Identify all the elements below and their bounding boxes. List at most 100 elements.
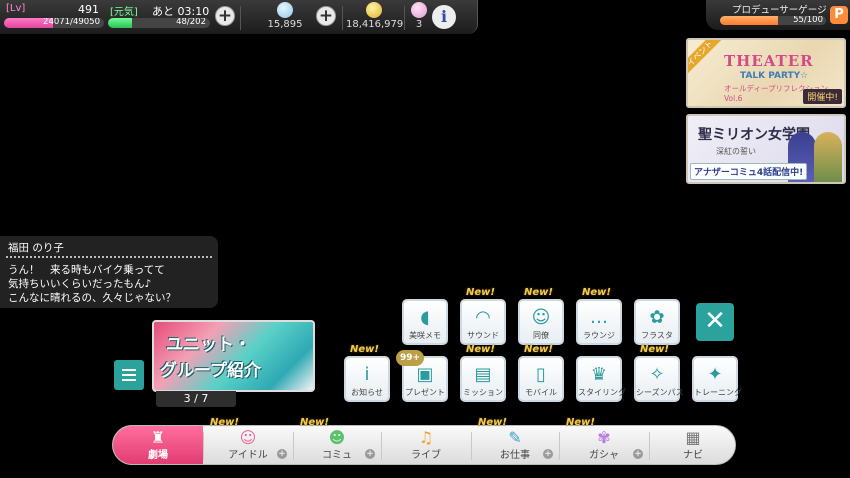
money-count: 18,416,979 <box>346 19 404 30</box>
nav-item-6[interactable]: ▦ ナビ <box>649 426 737 464</box>
present-count-badge: 99+ <box>396 350 424 366</box>
producer-gauge-bar: 55/100 <box>720 16 826 25</box>
candy-icon <box>411 2 427 18</box>
hamburger-menu-button[interactable] <box>114 360 144 390</box>
menu-button-label: 同僚 <box>533 331 549 340</box>
nav-item-4[interactable]: ✎ お仕事 + <box>471 426 559 464</box>
banner-page-counter: 3 / 7 <box>156 391 236 407</box>
menu-button[interactable]: ☺ 同僚 <box>518 299 564 345</box>
person-icon: ☺ <box>531 307 551 328</box>
menu-button[interactable]: ✿ フラスタ <box>634 299 680 345</box>
banner-status-tag: アナザーコミュ4話配信中! <box>690 163 808 180</box>
new-badge: New! <box>582 287 611 298</box>
nav-divider <box>293 432 294 460</box>
menu-button-label: 美咲メモ <box>409 331 441 340</box>
stamina-text: 48/202 <box>176 18 206 27</box>
stamina-label: [元気] <box>110 7 138 18</box>
new-badge: New! <box>478 417 507 428</box>
menu-button[interactable]: … ラウンジ <box>576 299 622 345</box>
buy-jewel-button[interactable]: + <box>316 6 336 26</box>
nav-divider <box>203 432 204 460</box>
clipboard-icon: ✎ <box>508 428 522 447</box>
new-badge: New! <box>210 417 239 428</box>
another-commu-banner[interactable]: 聖ミリオン女学園 深紅の誓い アナザーコミュ4話配信中! <box>686 114 846 184</box>
mission-card-icon: ▤ <box>474 364 492 385</box>
menu-button-label: サウンド <box>467 331 499 340</box>
money-counter: 18,416,979 <box>346 2 404 30</box>
event-subtitle: TALK PARTY☆ <box>740 71 809 81</box>
menu-button[interactable]: ▯ モバイル <box>518 356 564 402</box>
menu-bar <box>122 374 136 376</box>
exp-bar: 24071/49050 <box>4 18 104 28</box>
producer-p-icon: P <box>830 6 848 24</box>
nav-divider <box>559 432 560 460</box>
music-note-icon: ♫ <box>418 428 434 447</box>
producer-gauge-fill <box>720 16 779 25</box>
nav-divider <box>471 432 472 460</box>
info-icon[interactable]: i <box>432 5 456 29</box>
new-badge: New! <box>566 417 595 428</box>
butterfly-icon: ✾ <box>597 428 611 447</box>
menu-button[interactable]: ⅰ お知らせ <box>344 356 390 402</box>
new-badge: New! <box>466 344 495 355</box>
status-bar: [Lv] 491 24071/49050 [元気] あと 03:10 48/20… <box>0 0 478 34</box>
menu-button-label: スタイリング <box>578 388 626 397</box>
menu-button[interactable]: ◠ サウンド <box>460 299 506 345</box>
menu-button-label: プレゼント <box>405 388 445 397</box>
producer-gauge[interactable]: プロデューサーゲージ 55/100 P <box>706 0 850 30</box>
dress-icon: ♛ <box>590 364 608 385</box>
unit-title: グループ紹介 <box>160 361 261 381</box>
menu-button-label: シーズンパス <box>636 388 684 397</box>
menu-button-label: ラウンジ <box>583 331 615 340</box>
new-badge: New! <box>350 344 379 355</box>
add-icon: + <box>633 449 643 459</box>
jewel-icon <box>277 2 293 18</box>
info-icon: ⅰ <box>364 364 370 385</box>
nav-item-5[interactable]: ✾ ガシャ + <box>559 426 649 464</box>
menu-button[interactable]: ✦ トレーニング <box>692 356 742 402</box>
level-value: 491 <box>78 3 99 16</box>
dialog-line: こんなに晴れるの、久々じゃない？ <box>8 292 176 304</box>
nav-item-1[interactable]: ☺ アイドル + <box>203 426 293 464</box>
event-ribbon: イベント <box>688 40 723 76</box>
flower-icon: ✿ <box>649 307 665 328</box>
event-title: THEATER <box>724 52 814 70</box>
present-box-icon: ▣ <box>416 364 434 385</box>
season-pass-icon: ✧ <box>649 364 665 385</box>
bottom-nav: ♜ 劇場 ☺ アイドル + ☻ コミュ + ♫ ライブ ✎ お仕事 + ✾ ガシャ + ▦ ナビ <box>112 425 736 465</box>
menu-bar <box>122 369 136 371</box>
close-menu-button[interactable]: ✕ <box>696 303 734 341</box>
speaker-name: 福田 のり子 <box>8 242 64 254</box>
nav-item-label: ライブ <box>411 450 441 461</box>
sparkle-icon: ✦ <box>707 364 723 385</box>
nav-item-2[interactable]: ☻ コミュ + <box>293 426 381 464</box>
menu-button[interactable]: ♛ スタイリング <box>576 356 626 402</box>
stamina-timer: あと 03:10 <box>152 5 210 18</box>
dialog-divider <box>6 256 212 258</box>
new-badge: New! <box>466 287 495 298</box>
menu-button[interactable]: ✧ シーズンパス <box>634 356 684 402</box>
unit-title: ユニット・ <box>166 335 251 355</box>
grid-icon: ▦ <box>685 428 701 447</box>
stamina-bar-fill <box>108 18 133 28</box>
producer-gauge-label: プロデューサーゲージ <box>732 5 827 16</box>
recover-stamina-button[interactable]: + <box>215 6 235 26</box>
divider <box>342 6 343 30</box>
nav-item-0[interactable]: ♜ 劇場 <box>113 426 203 464</box>
new-badge: New! <box>300 417 329 428</box>
unit-group-banner[interactable]: ユニット・ グループ紹介 <box>152 320 315 392</box>
menu-button-label: フラスタ <box>641 331 673 340</box>
level-label: [Lv] <box>6 3 26 14</box>
jewel-counter: 15,895 <box>260 2 310 30</box>
nav-item-3[interactable]: ♫ ライブ <box>381 426 471 464</box>
theater-icon: ♜ <box>150 428 166 447</box>
menu-button[interactable]: ▤ ミッション <box>460 356 506 402</box>
commu-icon: ☻ <box>328 428 346 447</box>
menu-button-label: ミッション <box>463 388 503 397</box>
candy-counter: 3 <box>410 2 428 30</box>
add-icon: + <box>543 449 553 459</box>
menu-button[interactable]: ◖ 美咲メモ <box>402 299 448 345</box>
event-banner[interactable]: イベント THEATER TALK PARTY☆ オールディープリフレクション … <box>686 38 846 108</box>
exp-text: 24071/49050 <box>43 18 100 27</box>
idol-dialog[interactable]: 福田 のり子 うん！ 来る時もバイク乗ってて 気持ちいいくらいだったもん♪ こん… <box>0 236 218 308</box>
